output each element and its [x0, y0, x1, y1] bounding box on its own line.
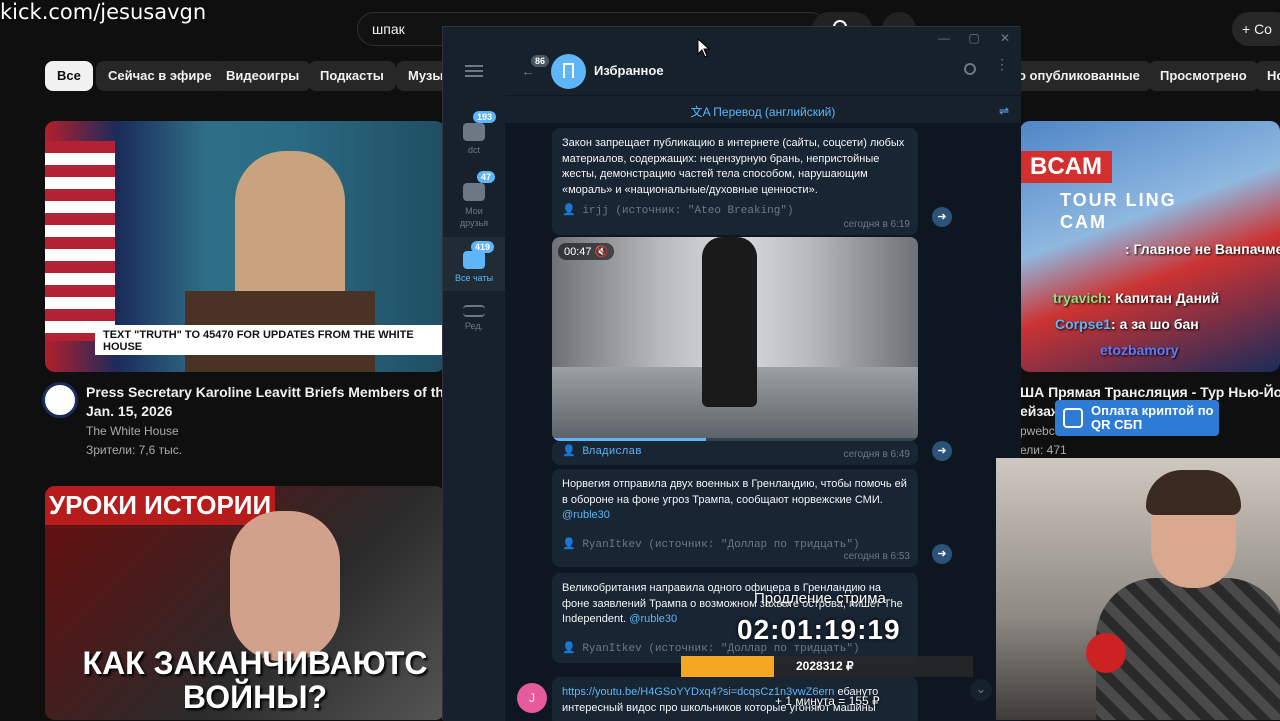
search-value: шпак — [372, 21, 405, 37]
thumbnail-heading: УРОКИ ИСТОРИИ — [45, 486, 276, 525]
thumbnail-cam-label: BCAM — [1020, 151, 1112, 183]
qr-icon — [1063, 408, 1083, 428]
translate-bar[interactable]: 文A Перевод (английский) ⇌ — [505, 95, 1021, 123]
forward-icon[interactable]: ➜ — [932, 544, 952, 564]
create-button[interactable]: + Со — [1232, 12, 1280, 46]
chat-folder-icon — [463, 183, 485, 201]
user-avatar[interactable]: J — [517, 683, 547, 713]
view-count-3: ели: 471 — [1020, 443, 1067, 457]
folder-dct[interactable]: dct 193 — [443, 109, 505, 165]
folder-friends[interactable]: Мои друзья 47 — [443, 167, 505, 233]
message-bubble[interactable]: Закон запрещает публикацию в интернете (… — [552, 128, 918, 235]
chip-watched[interactable]: Просмотрено — [1148, 61, 1259, 91]
message-link[interactable]: @ruble30 — [562, 509, 610, 521]
video-thumbnail[interactable]: TEXT "TRUTH" TO 45470 FOR UPDATES FROM T… — [45, 121, 445, 372]
donation-goal-amount: 2028312 ₽ — [796, 659, 854, 673]
forward-icon[interactable]: ➜ — [932, 441, 952, 461]
overlay-chat-line: tryavich: Капитан Даний — [1053, 290, 1220, 306]
scroll-down-icon[interactable]: ⌄ — [970, 679, 992, 701]
mouse-cursor-icon — [697, 38, 711, 58]
minute-price: + 1 минута = 155 ₽ — [775, 694, 880, 708]
translate-settings-icon[interactable]: ⇌ — [999, 104, 1009, 118]
video-message[interactable]: 00:47 🔇 — [552, 237, 918, 441]
menu-icon[interactable] — [465, 65, 483, 77]
speaker-image — [235, 151, 345, 301]
sliders-icon — [463, 305, 485, 317]
stream-timer: 02:01:19:19 — [737, 614, 901, 645]
folder-all-chats[interactable]: Все чаты 419 — [443, 237, 505, 291]
speaker-image — [230, 511, 340, 661]
thumbnail-banner: TEXT "TRUTH" TO 45470 FOR UPDATES FROM T… — [95, 325, 445, 355]
channel-name[interactable]: The White House — [86, 424, 179, 438]
pay-crypto-banner: Оплата криптой по QR СБП — [1055, 400, 1219, 436]
video-frame-rider — [702, 237, 757, 407]
message-link[interactable]: @ruble30 — [629, 613, 677, 625]
chip-podcasts[interactable]: Подкасты — [308, 61, 396, 91]
view-count: Зрители: 7,6 тыс. — [86, 443, 183, 457]
thumbnail-tour-label: TOUR LING CAM — [1060, 190, 1177, 232]
minimize-icon[interactable]: — — [937, 31, 951, 45]
donation-goal-bar: 2028312 ₽ — [681, 656, 973, 677]
message-bubble[interactable]: 👤 Владислав сегодня в 6:49 — [552, 441, 918, 465]
stream-url: kick.com/jesusavgn — [0, 0, 207, 24]
saved-messages-avatar[interactable] — [551, 54, 586, 89]
title-bar[interactable]: — ▢ ✕ — [443, 27, 1021, 51]
message-text: Норвегия отправила двух военных в Гренла… — [562, 478, 907, 521]
folder-edit[interactable]: Ред. — [443, 301, 505, 341]
telegram-window: — ▢ ✕ dct 193 Мои друзья 47 Все чаты 419 Ре… — [442, 26, 1021, 721]
chip-new[interactable]: Но — [1255, 61, 1280, 91]
more-icon[interactable]: ⋮ — [995, 57, 1009, 71]
overlay-chat-line: etozbamory — [1100, 342, 1179, 358]
search-icon[interactable] — [964, 63, 976, 75]
streamer-hair — [1146, 470, 1241, 515]
overlay-chat-line: : Главное не Ванпачмена — [1125, 241, 1280, 257]
message-time: сегодня в 6:49 — [843, 448, 910, 460]
forward-icon[interactable]: ➜ — [932, 207, 952, 227]
pay-label: Оплата криптой по QR СБП — [1091, 403, 1214, 432]
overlay-chat-line: Corpse1: а за шо бан — [1055, 316, 1199, 332]
folder-sidebar: dct 193 Мои друзья 47 Все чаты 419 Ред. — [443, 51, 505, 721]
video-title[interactable]: Press Secretary Karoline Leavitt Briefs … — [86, 383, 446, 402]
close-icon[interactable]: ✕ — [998, 31, 1012, 45]
translate-label: Перевод (английский) — [713, 105, 836, 119]
microphone-image — [1086, 633, 1126, 673]
message-bubble[interactable]: Норвегия отправила двух военных в Гренла… — [552, 469, 918, 567]
video-duration: 00:47 🔇 — [558, 243, 615, 260]
message-time: сегодня в 6:53 — [843, 550, 910, 562]
chip-games[interactable]: Видеоигры — [214, 61, 312, 91]
translate-icon: 文A — [690, 105, 714, 119]
thumbnail-caption: КАК ЗАКАНЧИВАЮТС ВОЙНЫ? — [82, 645, 428, 715]
video-thumbnail-2[interactable]: УРОКИ ИСТОРИИ КАК ЗАКАНЧИВАЮТС ВОЙНЫ? — [45, 486, 445, 720]
channel-avatar[interactable] — [42, 382, 78, 418]
message-time: сегодня в 6:19 — [843, 218, 910, 230]
chip-all[interactable]: Все — [45, 61, 93, 91]
chats-icon — [463, 251, 485, 269]
chip-recent[interactable]: о опубликованные — [1006, 61, 1152, 91]
message-text: Закон запрещает публикацию в интернете (… — [562, 137, 905, 196]
chat-folder-icon — [463, 123, 485, 141]
chip-live[interactable]: Сейчас в эфире — [96, 61, 224, 91]
maximize-icon[interactable]: ▢ — [967, 31, 981, 45]
chat-title[interactable]: Избранное — [594, 63, 664, 78]
bookmark-icon — [563, 63, 574, 78]
video-title-line2[interactable]: Jan. 15, 2026 — [86, 402, 172, 421]
flag-image — [45, 141, 115, 341]
streamer-webcam — [996, 458, 1280, 720]
unread-badge: 86 — [531, 55, 550, 67]
extend-stream-label: Продление стрима — [754, 590, 886, 607]
donation-goal-fill — [681, 656, 775, 677]
